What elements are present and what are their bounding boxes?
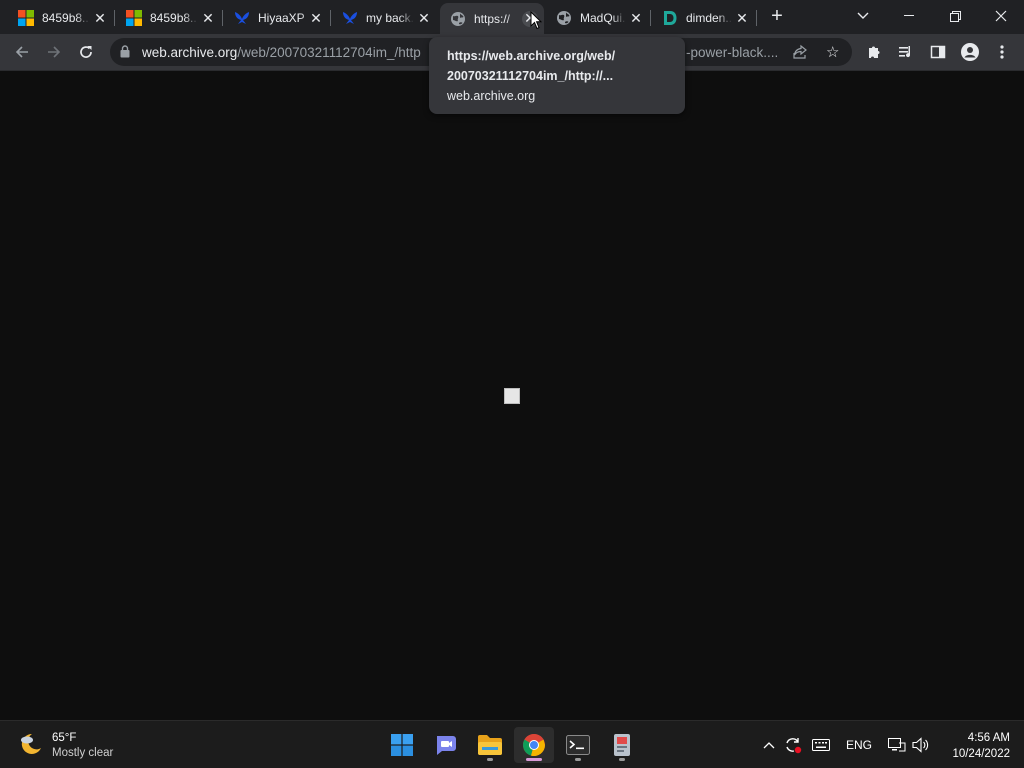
page-content [0, 72, 1024, 720]
tab-title: my back... [366, 11, 414, 25]
taskbar-terminal[interactable] [558, 727, 598, 763]
tab-title: MadQui... [580, 11, 626, 25]
tab-4[interactable]: my back... ✕ [332, 4, 438, 32]
tab-close-icon[interactable]: ✕ [734, 10, 750, 26]
taskbar-file-explorer[interactable] [470, 727, 510, 763]
running-indicator [619, 758, 625, 761]
volume-icon[interactable] [910, 733, 932, 757]
show-hidden-icons-chevron-icon[interactable] [760, 733, 778, 757]
running-indicator [575, 758, 581, 761]
tab-3[interactable]: HiyaaXP ✕ [224, 4, 330, 32]
weather-condition: Mostly clear [52, 747, 114, 759]
moon-cloud-icon [18, 731, 44, 762]
new-tab-button[interactable]: + [766, 6, 788, 28]
tab-1[interactable]: 8459b8... ✕ [8, 4, 114, 32]
tab-separator [114, 10, 115, 26]
tab-title: dimden... [686, 11, 732, 25]
windows-start-icon [391, 734, 413, 756]
active-indicator [526, 758, 542, 761]
url-path: /web/20070321112704im_/http [237, 45, 421, 60]
tab-title: https:// [474, 11, 511, 26]
system-clock[interactable]: 4:56 AM 10/24/2022 [938, 730, 1010, 762]
profile-avatar-icon[interactable] [958, 40, 982, 64]
taskbar-chrome[interactable] [514, 727, 554, 763]
language-indicator[interactable]: ENG [842, 733, 876, 757]
globe-icon [556, 10, 572, 26]
teams-chat-icon [437, 736, 456, 755]
menu-kebab-icon[interactable] [990, 40, 1014, 64]
weather-temperature: 65°F [52, 732, 77, 744]
tab-5-active[interactable]: https:// ✕ [440, 3, 544, 34]
side-panel-icon[interactable] [926, 40, 950, 64]
tab-separator [756, 10, 757, 26]
tab-search-chevron-icon[interactable] [840, 0, 886, 32]
tab-6[interactable]: MadQui... ✕ [546, 4, 650, 32]
extensions-puzzle-icon[interactable] [862, 40, 886, 64]
microsoft-icon [18, 10, 34, 26]
globe-icon [450, 11, 466, 27]
forward-button[interactable] [42, 40, 66, 64]
url-host: web.archive.org [142, 45, 238, 60]
back-button[interactable] [10, 40, 34, 64]
tab-strip: 8459b8... ✕ 8459b8... ✕ HiyaaXP ✕ my bac… [0, 0, 1024, 34]
taskbar-app-6[interactable] [602, 727, 642, 763]
tab-separator [330, 10, 331, 26]
start-button[interactable] [382, 727, 422, 763]
tab-close-icon[interactable]: ✕ [628, 10, 644, 26]
hover-card-title-line2: 20070321112704im_/http://... [447, 69, 614, 83]
lock-icon[interactable] [120, 45, 130, 63]
tab-7[interactable]: dimden... ✕ [652, 4, 756, 32]
url-tail: -power-black.... [686, 45, 779, 60]
taskbar-teams-chat[interactable] [426, 727, 466, 763]
bluesky-icon [342, 10, 358, 26]
running-indicator [487, 758, 493, 761]
weather-widget[interactable]: 65°F Mostly clear [18, 730, 113, 762]
dimden-icon [662, 10, 678, 26]
tab-hover-card: https://web.archive.org/web/ 20070321112… [429, 37, 685, 114]
folder-icon [478, 735, 502, 755]
tab-title: 8459b8... [150, 11, 198, 25]
close-window-button[interactable] [978, 0, 1024, 32]
hover-card-title-line1: https://web.archive.org/web/ [447, 49, 616, 63]
touch-keyboard-icon[interactable] [810, 733, 832, 757]
app-package-icon [614, 734, 630, 756]
terminal-icon [566, 735, 590, 755]
bluesky-icon [234, 10, 250, 26]
reload-button[interactable] [74, 40, 98, 64]
url-text: web.archive.org/web/20070321112704im_/ht… [142, 45, 421, 60]
tab-separator [222, 10, 223, 26]
sync-alert-icon[interactable] [782, 733, 804, 757]
tab-close-icon[interactable]: ✕ [308, 10, 324, 26]
tab-separator [650, 10, 651, 26]
tab-2[interactable]: 8459b8... ✕ [116, 4, 222, 32]
minimize-button[interactable] [886, 0, 932, 32]
restore-button[interactable] [932, 0, 978, 32]
hover-card-domain: web.archive.org [447, 89, 536, 103]
tab-title: 8459b8... [42, 11, 90, 25]
mouse-cursor-icon [530, 10, 543, 35]
network-icon[interactable] [886, 733, 908, 757]
tab-close-icon[interactable]: ✕ [92, 10, 108, 26]
broken-image-placeholder [504, 388, 520, 404]
clock-date: 10/24/2022 [952, 748, 1010, 760]
chrome-icon [523, 734, 545, 757]
share-icon[interactable] [792, 44, 808, 65]
windows-taskbar: 65°F Mostly clear ENG 4:56 AM 10/24/2022 [0, 720, 1024, 768]
bookmark-star-icon[interactable]: ☆ [826, 43, 839, 61]
media-control-icon[interactable] [894, 40, 918, 64]
clock-time: 4:56 AM [967, 732, 1010, 744]
tab-close-icon[interactable]: ✕ [200, 10, 216, 26]
microsoft-icon [126, 10, 142, 26]
tab-close-icon[interactable]: ✕ [416, 10, 432, 26]
